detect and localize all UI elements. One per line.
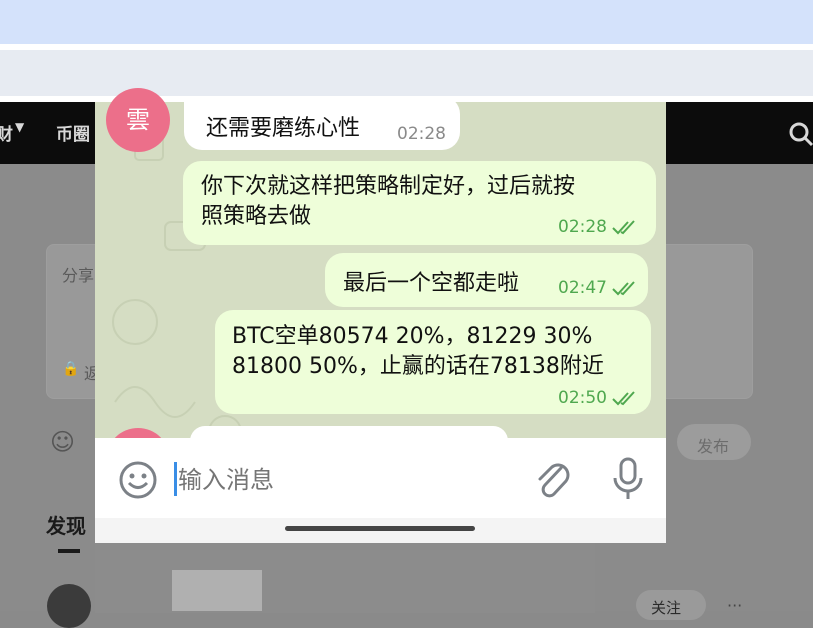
message-time: 02:28 <box>558 217 607 237</box>
dropdown-caret-icon[interactable]: ▼ <box>15 120 24 134</box>
avatar[interactable] <box>47 584 91 628</box>
nav-item-partial[interactable]: 财 <box>0 120 13 145</box>
message-line: BTC空单80574 20%，81229 30% <box>232 324 593 349</box>
message-time: 02:28 <box>397 124 446 144</box>
follow-button-label: 关注 <box>651 599 682 617</box>
attachment-icon[interactable] <box>533 458 573 502</box>
nav-item-coin-circle[interactable]: 币圈 <box>56 120 90 145</box>
message-text: BTC空单80574 20%，81229 30% 81800 50%，止赢的话在… <box>232 322 604 382</box>
message-time: 02:50 <box>558 388 607 408</box>
message-time: 02:47 <box>558 278 607 298</box>
message-text: 还需要磨练心性 <box>206 116 361 141</box>
post-card[interactable] <box>95 543 595 613</box>
more-icon[interactable]: ··· <box>727 596 742 615</box>
emoji-icon[interactable] <box>118 460 158 500</box>
emoji-icon[interactable]: ☺ <box>50 428 75 456</box>
message-line: 81800 50%，止赢的话在78138附近 <box>232 354 604 379</box>
message-line: 照策略去做 <box>201 204 312 229</box>
search-icon[interactable] <box>788 121 813 147</box>
post-thumbnail[interactable] <box>172 570 262 611</box>
compose-placeholder: 分享 <box>62 266 95 285</box>
discover-underline <box>58 549 80 553</box>
double-check-icon <box>612 220 635 235</box>
double-check-icon <box>612 391 635 406</box>
home-indicator[interactable] <box>285 526 475 531</box>
message-text: 最后一个空都走啦 <box>343 271 520 296</box>
discover-heading[interactable]: 发现 <box>46 510 86 539</box>
message-text: 你下次就这样把策略制定好，过后就按 照策略去做 <box>201 172 575 232</box>
microphone-icon[interactable] <box>610 456 646 502</box>
double-check-icon <box>612 281 635 296</box>
lock-icon: 🔒 <box>62 361 80 377</box>
contact-avatar[interactable]: 雲 <box>106 88 170 152</box>
browser-address-bar[interactable] <box>0 50 813 96</box>
publish-button-label: 发布 <box>697 437 730 456</box>
message-line: 你下次就这样把策略制定好，过后就按 <box>201 174 576 199</box>
message-input[interactable] <box>176 459 510 501</box>
browser-top-bar <box>0 0 813 44</box>
